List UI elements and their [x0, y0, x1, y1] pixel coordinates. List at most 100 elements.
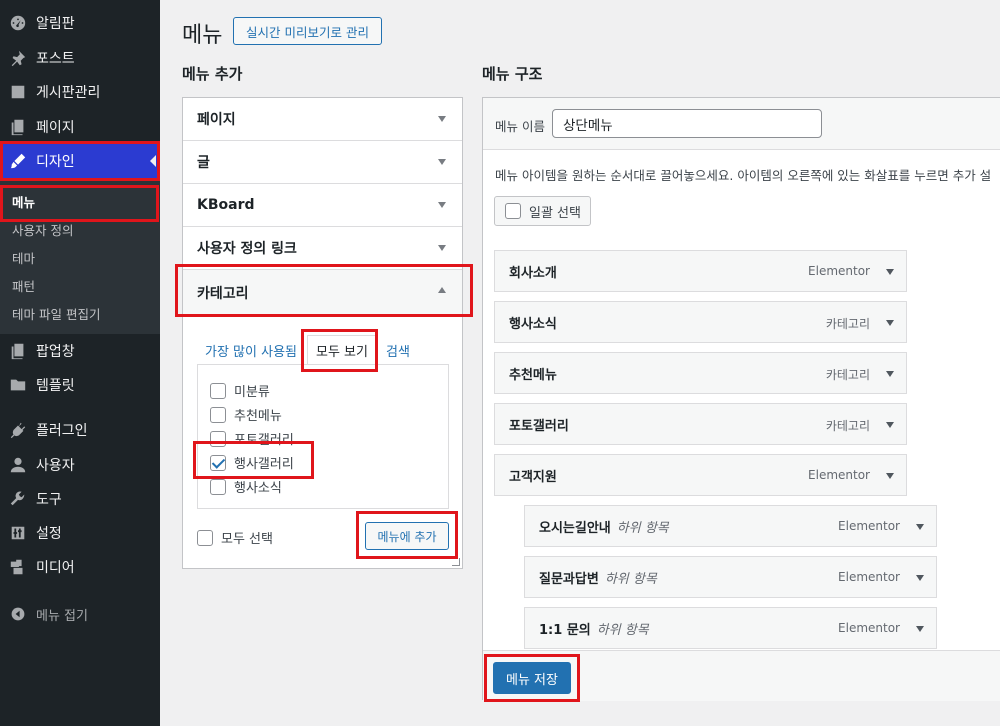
- dashboard-icon: [0, 14, 36, 32]
- sidebar-item-posts[interactable]: 포스트: [0, 41, 160, 75]
- menu-item[interactable]: 회사소개 Elementor: [494, 250, 907, 292]
- resize-grip-icon[interactable]: [452, 558, 460, 566]
- sidebar-item-templates[interactable]: 템플릿: [0, 368, 160, 402]
- collapse-menu-label: 메뉴 접기: [36, 608, 88, 624]
- submenu-item-menus[interactable]: 메뉴: [12, 192, 35, 211]
- menu-item-type: 카테고리: [825, 419, 870, 433]
- category-label: 행사갤러리: [234, 457, 294, 472]
- submenu-item-themes[interactable]: 테마: [12, 248, 35, 267]
- accordion-custom-links[interactable]: 사용자 정의 링크: [183, 227, 462, 270]
- category-checklist: 미분류 추천메뉴 포토갤러리 행사갤러리 행사소식: [197, 364, 449, 509]
- accordion-posts[interactable]: 글: [183, 141, 462, 184]
- category-item[interactable]: 포토갤러리: [210, 429, 294, 448]
- sidebar-item-label: 포스트: [36, 51, 75, 67]
- chevron-down-icon[interactable]: [916, 524, 924, 530]
- collapse-arrow-icon: [0, 606, 36, 622]
- menu-item-title: 회사소개: [509, 265, 557, 281]
- select-all-checkbox[interactable]: [197, 529, 213, 546]
- chevron-down-icon[interactable]: [886, 320, 894, 326]
- sidebar-item-label: 도구: [36, 492, 62, 508]
- category-checkbox[interactable]: [210, 430, 226, 447]
- submenu-item-patterns[interactable]: 패턴: [12, 276, 35, 295]
- sidebar-item-plugins[interactable]: 플러그인: [0, 413, 160, 447]
- design-submenu: 메뉴 사용자 정의 테마 패턴 테마 파일 편집기: [0, 180, 160, 334]
- menu-item[interactable]: 고객지원 Elementor: [494, 454, 907, 496]
- category-item[interactable]: 미분류: [210, 381, 270, 400]
- menu-name-bar: 메뉴 이름: [483, 98, 1000, 150]
- save-menu-button[interactable]: 메뉴 저장: [493, 662, 571, 694]
- sidebar-item-popups[interactable]: 팝업창: [0, 334, 160, 368]
- pin-icon: [0, 49, 36, 67]
- sidebar-item-dashboard[interactable]: 알림판: [0, 6, 160, 40]
- media-icon: [0, 558, 36, 576]
- sidebar-item-pages[interactable]: 페이지: [0, 110, 160, 144]
- category-item[interactable]: 행사갤러리: [210, 453, 294, 472]
- sidebar-item-settings[interactable]: 설정: [0, 516, 160, 550]
- chevron-down-icon[interactable]: [916, 575, 924, 581]
- menu-item-title: 추천메뉴: [509, 367, 557, 383]
- chevron-down-icon[interactable]: [886, 422, 894, 428]
- menu-structure-panel: 메뉴 이름 메뉴 아이템을 원하는 순서대로 끌어놓으세요. 아이템의 오른쪽에…: [482, 97, 1000, 701]
- add-to-menu-button[interactable]: 메뉴에 추가: [365, 522, 449, 550]
- submenu-item-customize[interactable]: 사용자 정의: [12, 220, 73, 239]
- chevron-down-icon: [438, 202, 446, 208]
- menu-item-sub-label: 하위 항목: [596, 622, 649, 638]
- menu-name-label: 메뉴 이름: [495, 119, 545, 134]
- chevron-down-icon: [438, 159, 446, 165]
- category-checkbox[interactable]: [210, 478, 226, 495]
- menu-sub-item[interactable]: 질문과답변 하위 항목 Elementor: [524, 556, 937, 598]
- menu-sub-item[interactable]: 1:1 문의 하위 항목 Elementor: [524, 607, 937, 649]
- menu-save-bar: 메뉴 저장: [483, 650, 1000, 701]
- sidebar-item-boards[interactable]: 게시판관리: [0, 75, 160, 109]
- category-checkbox[interactable]: [210, 454, 226, 471]
- accordion-pages[interactable]: 페이지: [183, 98, 462, 141]
- menu-item-type: 카테고리: [825, 368, 870, 382]
- tab-most-used[interactable]: 가장 많이 사용됨: [205, 335, 297, 365]
- sidebar-item-tools[interactable]: 도구: [0, 482, 160, 516]
- menu-name-input[interactable]: [552, 109, 822, 138]
- popup-icon: [0, 342, 36, 360]
- chevron-down-icon[interactable]: [886, 473, 894, 479]
- menu-sub-item[interactable]: 오시는길안내 하위 항목 Elementor: [524, 505, 937, 547]
- category-item[interactable]: 행사소식: [210, 477, 282, 496]
- menu-item[interactable]: 행사소식 카테고리: [494, 301, 907, 343]
- category-checkbox[interactable]: [210, 382, 226, 399]
- chevron-down-icon[interactable]: [916, 626, 924, 632]
- accordion-categories[interactable]: 카테고리: [183, 270, 462, 316]
- live-preview-button[interactable]: 실시간 미리보기로 관리: [233, 17, 382, 45]
- menu-item-type: 카테고리: [825, 317, 870, 331]
- chevron-down-icon[interactable]: [886, 371, 894, 377]
- sidebar-item-media[interactable]: 미디어: [0, 550, 160, 584]
- sidebar-item-label: 플러그인: [36, 423, 88, 439]
- sidebar-item-label: 템플릿: [36, 378, 75, 394]
- menu-item-sub-label: 하위 항목: [604, 571, 657, 587]
- chevron-down-icon: [438, 116, 446, 122]
- bulk-select-checkbox[interactable]: [505, 203, 521, 219]
- menu-item-title: 행사소식: [509, 316, 557, 332]
- wrench-icon: [0, 490, 36, 508]
- tab-search[interactable]: 검색: [386, 335, 410, 365]
- chevron-down-icon[interactable]: [886, 269, 894, 275]
- bulk-select-checkbox-row[interactable]: 일괄 선택: [494, 196, 591, 226]
- sidebar-item-users[interactable]: 사용자: [0, 448, 160, 482]
- sidebar-item-design[interactable]: 디자인: [0, 144, 160, 178]
- sidebar-item-label: 미디어: [36, 560, 75, 576]
- category-item[interactable]: 추천메뉴: [210, 405, 282, 424]
- menu-item-title: 오시는길안내: [539, 520, 611, 536]
- tab-view-all[interactable]: 모두 보기: [307, 335, 377, 365]
- collapse-menu-button[interactable]: 메뉴 접기: [0, 600, 160, 628]
- accordion-kboard[interactable]: KBoard: [183, 184, 462, 227]
- sidebar-item-label: 팝업창: [36, 344, 75, 360]
- category-label: 포토갤러리: [234, 433, 294, 448]
- menu-item[interactable]: 포토갤러리 카테고리: [494, 403, 907, 445]
- accordion-label: 글: [197, 155, 210, 171]
- chevron-down-icon: [438, 245, 446, 251]
- submenu-item-theme-editor[interactable]: 테마 파일 편집기: [12, 304, 100, 323]
- category-checkbox[interactable]: [210, 406, 226, 423]
- plugin-icon: [0, 421, 36, 439]
- pages-icon: [0, 118, 36, 136]
- menu-structure-title: 메뉴 구조: [482, 65, 543, 83]
- menu-item[interactable]: 추천메뉴 카테고리: [494, 352, 907, 394]
- select-all-checkbox-row[interactable]: 모두 선택: [197, 528, 273, 547]
- menu-item-title: 고객지원: [509, 469, 557, 485]
